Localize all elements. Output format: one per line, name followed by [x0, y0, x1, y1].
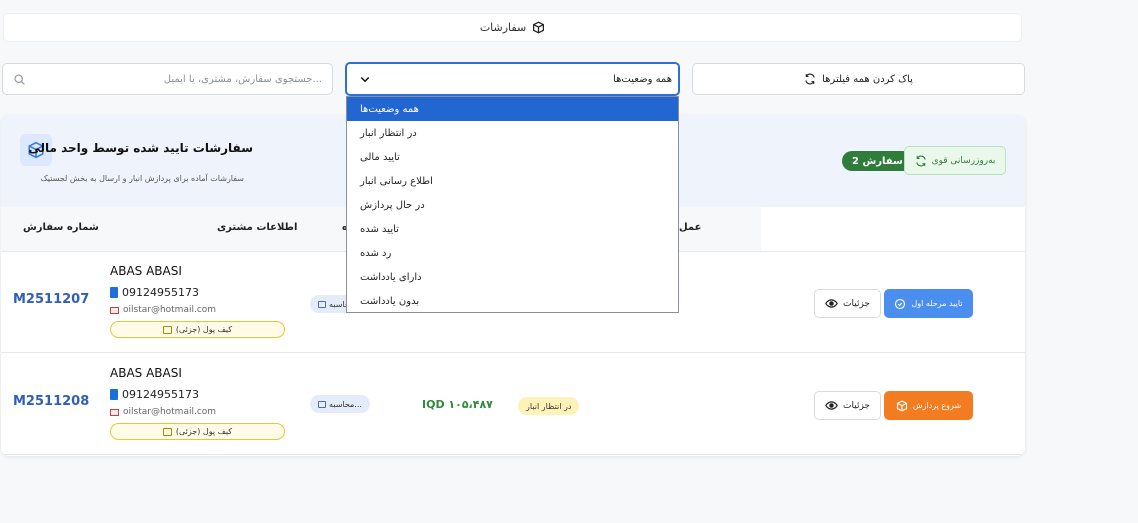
- status-option[interactable]: اطلاع رسانی انبار: [347, 169, 678, 193]
- calc-text: محاسبه...: [329, 399, 362, 409]
- clear-filters-button[interactable]: پاک کردن همه فیلترها: [692, 63, 1025, 95]
- phone-text: 09124955173: [122, 286, 199, 299]
- start-processing-button[interactable]: شروع پردازش: [884, 391, 973, 420]
- header-actions: عمل: [679, 222, 702, 233]
- wallet-icon: [162, 427, 172, 436]
- email-text: oilstar@hotmail.com: [123, 407, 217, 417]
- customer-email: oilstar@hotmail.com: [110, 305, 216, 315]
- status-option-label: دارای یادداشت: [360, 271, 422, 283]
- status-option[interactable]: بدون یادداشت: [347, 289, 678, 313]
- approve-first-stage-button[interactable]: تایید مرحله اول: [884, 289, 973, 318]
- order-number-link[interactable]: M2511208: [13, 394, 89, 409]
- status-option-label: بدون یادداشت: [360, 295, 420, 307]
- status-option[interactable]: رد شده: [347, 241, 678, 265]
- details-button[interactable]: جزئیات: [814, 289, 881, 318]
- mail-icon: [110, 306, 119, 314]
- order-amount: IQD ۱۰۵،۴۸۷: [422, 398, 493, 411]
- phone-icon: [110, 287, 118, 298]
- status-option-label: رد شده: [360, 247, 392, 259]
- email-text: oilstar@hotmail.com: [123, 305, 217, 315]
- calc-badge: محاسبه...: [310, 395, 370, 413]
- status-dropdown-list[interactable]: همه وضعیت‌ها در انتظار انبار تایید مالی اطل…: [346, 96, 679, 313]
- customer-name: ABAS ABASI: [110, 366, 182, 380]
- details-label: جزئیات: [843, 298, 870, 309]
- action-label: تایید مرحله اول: [911, 299, 963, 308]
- wallet-badge: کیف پول (جزئی): [110, 423, 285, 440]
- eye-icon: [825, 299, 838, 308]
- panel-subtitle: سفارشات آماده برای پردازش انبار و ارسال …: [40, 174, 244, 183]
- order-number-link[interactable]: M2511207: [13, 292, 89, 307]
- wallet-icon: [162, 325, 172, 334]
- wallet-text: کیف پول (جزئی): [175, 427, 233, 436]
- phone-icon: [110, 389, 118, 400]
- header-customer-info: اطلاعات مشتری: [217, 222, 298, 233]
- search-placeholder: جستجوی سفارش، مشتری، یا ایمیل...: [163, 73, 322, 85]
- calculator-icon: [318, 300, 326, 308]
- header-order-number: شماره سفارش: [23, 222, 99, 233]
- table-row: M2511208 ABAS ABASI 09124955173 oilstar@…: [1, 354, 1025, 455]
- status-option[interactable]: همه وضعیت‌ها: [347, 97, 678, 121]
- customer-phone: 09124955173: [110, 286, 199, 299]
- status-option-label: تایید مالی: [360, 151, 400, 163]
- box-icon: [533, 21, 545, 34]
- status-option-label: در انتظار انبار: [360, 127, 417, 139]
- status-option[interactable]: در انتظار انبار: [347, 121, 678, 145]
- eye-icon: [825, 401, 838, 410]
- customer-phone: 09124955173: [110, 388, 199, 401]
- customer-email: oilstar@hotmail.com: [110, 407, 216, 417]
- wallet-text: کیف پول (جزئی): [175, 325, 233, 334]
- refresh-icon: [805, 73, 815, 85]
- table-header-rest: [761, 207, 1025, 252]
- refresh-button[interactable]: به‌روزرسانی قوی: [904, 146, 1006, 175]
- status-badge: در انتظار انبار: [518, 397, 580, 415]
- status-filter-select[interactable]: همه وضعیت‌ها: [345, 62, 680, 96]
- refresh-icon: [915, 155, 926, 166]
- search-icon: [14, 73, 25, 85]
- status-option[interactable]: دارای یادداشت: [347, 265, 678, 289]
- status-option-label: در حال پردازش: [360, 199, 425, 211]
- status-option-label: همه وضعیت‌ها: [360, 103, 419, 115]
- page-title: سفارشات: [479, 21, 527, 34]
- action-label: شروع پردازش: [912, 401, 962, 410]
- check-circle-icon: [895, 298, 906, 309]
- status-option[interactable]: تایید شده: [347, 217, 678, 241]
- calculator-icon: [318, 400, 326, 408]
- status-option-label: تایید شده: [360, 223, 399, 235]
- order-count-badge: 2 سفارش: [842, 151, 913, 171]
- status-option[interactable]: در حال پردازش: [347, 193, 678, 217]
- mail-icon: [110, 408, 119, 416]
- search-input[interactable]: جستجوی سفارش، مشتری، یا ایمیل...: [2, 63, 333, 95]
- status-options: همه وضعیت‌ها در انتظار انبار تایید مالی اطل…: [347, 97, 678, 313]
- customer-name: ABAS ABASI: [110, 264, 182, 278]
- refresh-label: به‌روزرسانی قوی: [931, 155, 996, 166]
- clear-filters-label: پاک کردن همه فیلترها: [822, 73, 913, 85]
- wallet-badge: کیف پول (جزئی): [110, 321, 285, 338]
- chevron-down-icon: [360, 76, 370, 83]
- status-option-label: اطلاع رسانی انبار: [360, 175, 433, 187]
- details-button[interactable]: جزئیات: [814, 391, 881, 420]
- phone-text: 09124955173: [122, 388, 199, 401]
- panel-title: سفارشات تایید شده توسط واحد مالی: [28, 141, 253, 155]
- box-icon: [896, 399, 907, 412]
- status-filter-value: همه وضعیت‌ها: [613, 73, 672, 85]
- status-option[interactable]: تایید مالی: [347, 145, 678, 169]
- page-header: سفارشات: [3, 13, 1022, 42]
- details-label: جزئیات: [843, 400, 870, 411]
